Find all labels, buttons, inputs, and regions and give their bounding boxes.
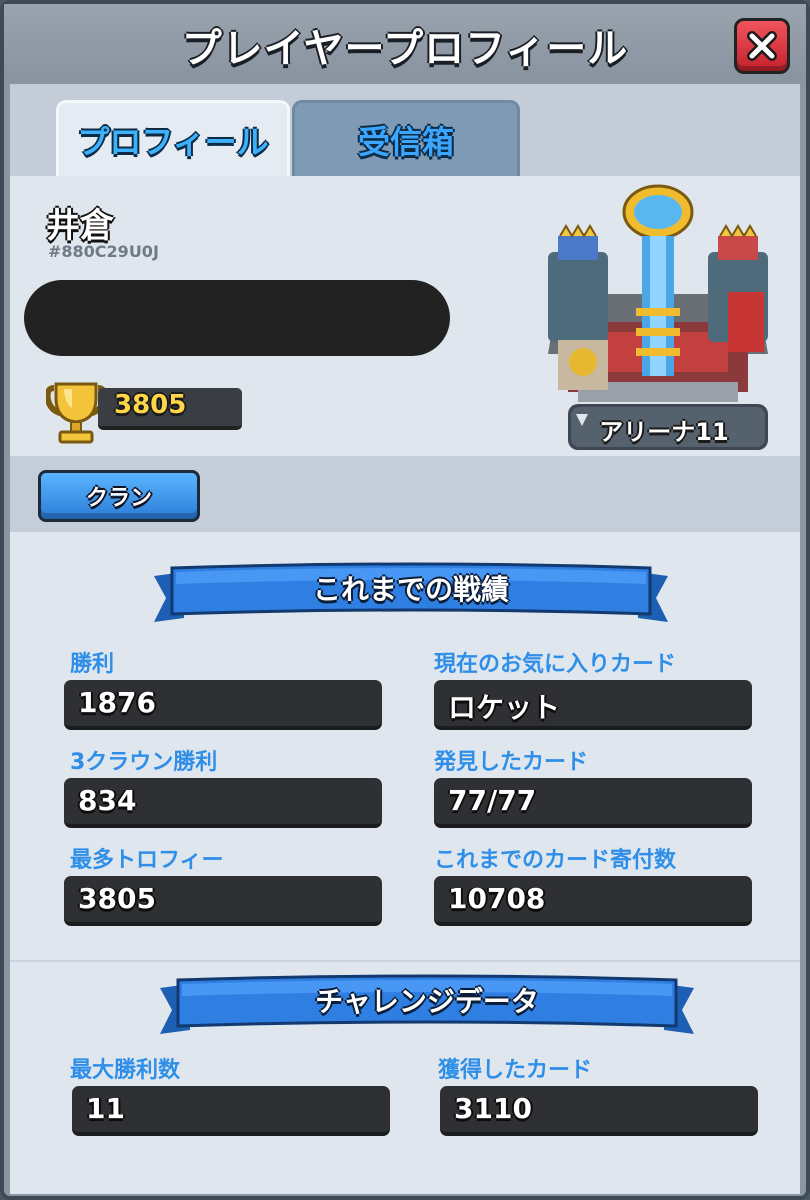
tab-inbox[interactable]: 受信箱 [292,100,520,176]
arena-label: アリーナ11 [599,417,729,446]
career-header: これまでの戦績 [154,562,668,632]
stat-value: 834 [78,784,137,817]
career-header-text: これまでの戦績 [312,573,509,606]
stat-box: 77/77 [434,778,752,828]
clan-button[interactable]: クラン [38,470,200,522]
stat-box: 3805 [64,876,382,926]
stat-box: 10708 [434,876,752,926]
player-tag: #880C29U0J [48,242,159,261]
trophy-icon [46,382,106,444]
stat-value: 11 [86,1092,125,1125]
stat-value: 1876 [78,686,156,719]
title-bar: プレイヤープロフィール [4,4,806,82]
stat-label: 獲得したカード [438,1058,593,1083]
stat-value: 10708 [448,882,546,915]
content-panel: プロフィール 受信箱 井倉 #880C29U0J 3805 アリーナ11 クラン… [10,84,800,1194]
stat-box: 1876 [64,680,382,730]
stat-value: 77/77 [448,784,537,817]
challenge-header-text: チャレンジデータ [315,985,539,1018]
stat-value: ロケット [448,691,561,724]
stat-label: 発見したカード [434,750,589,775]
stat-label: これまでのカード寄付数 [434,848,677,873]
stat-label: 勝利 [70,652,115,677]
close-button[interactable] [734,18,790,74]
redacted-area [24,280,450,356]
challenge-header: チャレンジデータ [160,974,694,1044]
stat-box: 834 [64,778,382,828]
stat-label: 現在のお気に入りカード [434,652,677,677]
window-title: プレイヤープロフィール [181,26,629,72]
stat-label: 最大勝利数 [70,1058,181,1083]
stat-value: 3805 [78,882,156,915]
close-x-icon [747,31,777,61]
profile-window: プレイヤープロフィール プロフィール 受信箱 井倉 #880C29U0J 380… [0,0,810,1200]
stat-label: 3クラウン勝利 [70,750,218,775]
trophy-count: 3805 [114,390,187,420]
stat-label: 最多トロフィー [70,848,224,873]
tab-profile[interactable]: プロフィール [56,100,290,176]
stat-value: 3110 [454,1092,532,1125]
tab-bar: プロフィール 受信箱 [10,84,800,176]
stat-box: ロケット [434,680,752,730]
stat-box: 3110 [440,1086,758,1136]
player-info: 井倉 #880C29U0J 3805 アリーナ11 [10,176,800,456]
player-name: 井倉 [46,206,114,246]
stat-box: 11 [72,1086,390,1136]
